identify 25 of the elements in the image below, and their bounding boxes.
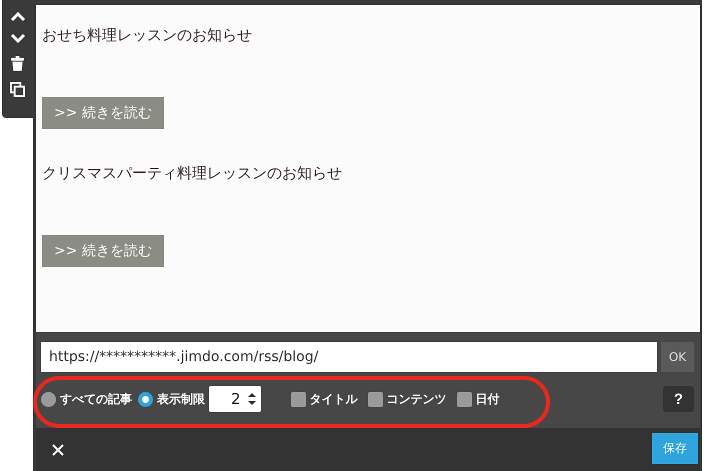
post-title: クリスマスパーティ料理レッスンのお知らせ xyxy=(42,163,342,183)
checkbox[interactable] xyxy=(368,392,383,406)
url-field[interactable]: https://***********.jimdo.com/rss/blog/ xyxy=(41,342,657,372)
copy-icon[interactable] xyxy=(10,82,25,97)
checkbox-label: コンテンツ xyxy=(386,390,447,408)
checkbox[interactable] xyxy=(456,392,472,406)
post-title: おせち料理レッスンのお知らせ xyxy=(42,25,252,45)
ok-button[interactable]: OK xyxy=(661,342,694,372)
trash-icon[interactable] xyxy=(11,56,24,71)
close-icon[interactable] xyxy=(52,444,64,456)
radio-label: すべての記事 xyxy=(60,390,132,408)
read-more-button[interactable]: >> 続きを読む xyxy=(42,235,164,267)
radio-label: 表示制限 xyxy=(157,390,205,408)
chevron-down-icon[interactable] xyxy=(10,33,26,45)
read-more-button[interactable]: >> 続きを読む xyxy=(42,97,164,129)
checkbox-label: タイトル xyxy=(310,390,358,408)
radio-button[interactable] xyxy=(138,392,153,406)
checkbox[interactable] xyxy=(290,392,306,406)
save-button[interactable]: 保存 xyxy=(652,433,698,464)
checkbox-label: 日付 xyxy=(476,390,500,408)
radio-button[interactable] xyxy=(41,392,56,406)
number-field[interactable]: 2 xyxy=(209,386,261,412)
help-button[interactable]: ? xyxy=(663,386,694,412)
chevron-up-icon[interactable] xyxy=(10,10,26,22)
stepper-icon[interactable] xyxy=(246,391,257,407)
